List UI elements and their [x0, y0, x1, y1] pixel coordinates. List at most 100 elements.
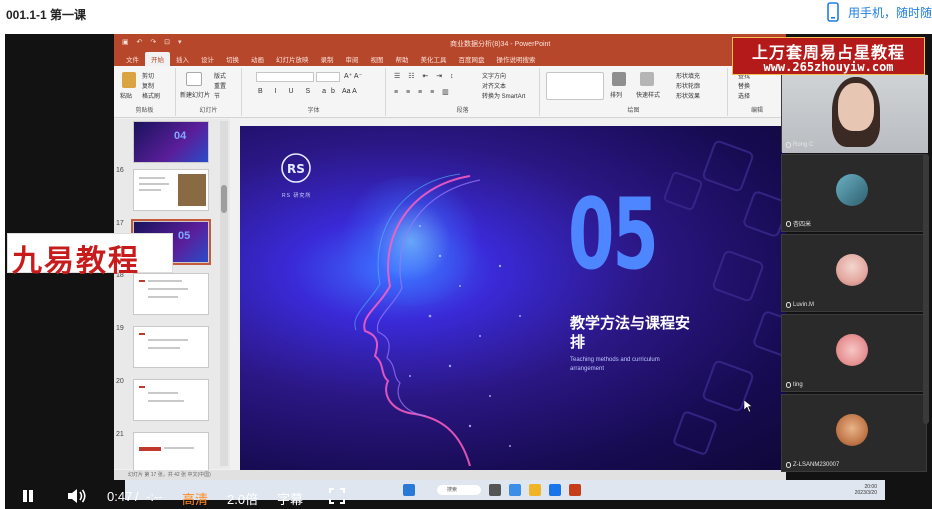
slide-thumbnail[interactable] [133, 273, 209, 315]
reset-button[interactable]: 重置 [214, 81, 226, 90]
thumbnail-text-line [148, 392, 178, 394]
mic-icon [786, 142, 791, 148]
thumbnail-text-line [148, 296, 178, 298]
ribbon-group-paragraph: ☰ ☷ ⇤ ⇥ ↕ ≡ ≡ ≡ ≡ ▥ 文字方向 对齐文本 转换为 SmartA… [386, 68, 540, 116]
total-time: -:-- [146, 489, 163, 504]
font-color-button[interactable]: Aa A [342, 88, 357, 95]
align-text-button[interactable]: 对齐文本 [482, 81, 506, 90]
avatar [836, 414, 868, 446]
video-player[interactable]: ▣ ↶ ↷ ⊡ ▾ 商业数据分析(8)34 - PowerPoint 文件 开始… [5, 34, 932, 509]
format-painter-button[interactable]: 格式刷 [142, 91, 160, 100]
ppt-tab-review[interactable]: 审阅 [340, 52, 365, 66]
pause-button[interactable] [21, 489, 35, 503]
ppt-tab-baidu[interactable]: 百度网盘 [453, 52, 491, 66]
participant-tile[interactable]: Luvin.M [781, 234, 927, 312]
thumbnail-text-line [139, 189, 161, 191]
font-style-buttons[interactable]: B I U S ab [258, 88, 340, 95]
participant-name-label: Rong C [793, 142, 814, 148]
mobile-watch-link[interactable]: 用手机，随时随 [826, 2, 932, 22]
participants-scrollbar[interactable] [923, 154, 929, 424]
section-button[interactable]: 节 [214, 91, 220, 100]
playback-speed-button[interactable]: 2.0倍 [227, 489, 258, 508]
ppt-tab-insert[interactable]: 插入 [170, 52, 195, 66]
copy-button[interactable]: 复制 [142, 81, 154, 90]
ppt-tab-design[interactable]: 设计 [195, 52, 220, 66]
font-name-field[interactable] [256, 72, 314, 82]
layout-button[interactable]: 版式 [214, 71, 226, 80]
slide-logo-text: RS [287, 162, 305, 176]
volume-icon[interactable] [67, 488, 87, 504]
new-slide-button[interactable]: 新建幻灯片 [180, 90, 210, 99]
shape-fill-button[interactable]: 形状填充 [676, 71, 700, 80]
ribbon-group-label: 剪贴板 [135, 108, 154, 114]
participant-tile[interactable]: ting [781, 314, 927, 392]
ribbon-group-clipboard: 粘贴 剪切 复制 格式刷 剪贴板 [114, 68, 176, 116]
participant-name-label: ting [793, 382, 803, 388]
face-silhouette-illustration [354, 173, 521, 466]
paste-button[interactable]: 粘贴 [120, 91, 132, 100]
ppt-tab-beautify[interactable]: 美化工具 [415, 52, 453, 66]
ppt-tab-home[interactable]: 开始 [145, 52, 170, 66]
thumbnail-text-line [148, 280, 182, 282]
text-direction-button[interactable]: 文字方向 [482, 71, 506, 80]
participant-name-label: 杏四米 [793, 222, 812, 228]
participant-tile[interactable]: Z-LSANM230007 [781, 394, 927, 472]
slide-subtitle: Teaching methods and curriculum arrangem… [570, 357, 660, 372]
slide-thumbnail[interactable]: 04 [133, 121, 209, 163]
ppt-tab-transitions[interactable]: 切换 [220, 52, 245, 66]
ppt-tab-slideshow[interactable]: 幻灯片放映 [270, 52, 315, 66]
thumbnail-text-line [148, 339, 188, 341]
ppt-ribbon: 粘贴 剪切 复制 格式刷 剪贴板 新建幻灯片 版式 重置 节 幻灯片 A⁺ A⁻… [114, 66, 786, 118]
font-size-field[interactable] [316, 72, 340, 82]
current-slide: RS RS 研究所 05 教学方法与课程安排 Teaching methods … [240, 126, 786, 470]
ppt-tab-animations[interactable]: 动画 [245, 52, 270, 66]
thumbnails-scroll-thumb[interactable] [221, 185, 227, 213]
slide-thumbnail[interactable] [133, 379, 209, 421]
thumbnail-accent [139, 280, 145, 282]
align-buttons[interactable]: ≡ ≡ ≡ ≡ ▥ [394, 88, 452, 96]
participants-panel: Rong C 杏四米 Luvin.M ting Z-LSANM230007 [781, 74, 928, 472]
ppt-tab-view[interactable]: 视图 [365, 52, 390, 66]
mic-icon [786, 382, 791, 388]
smartart-button[interactable]: 转换为 SmartArt [482, 91, 525, 100]
ppt-status-bar: 幻灯片 第 17 张，共 42 张 中文(中国) [114, 470, 786, 480]
pause-icon-bar [29, 490, 33, 502]
mouse-cursor-icon [744, 400, 752, 412]
fullscreen-icon[interactable] [329, 488, 345, 504]
shapes-gallery[interactable] [546, 72, 604, 100]
slide-thumbnail[interactable] [133, 169, 209, 211]
thumbnail-text-line [148, 347, 180, 349]
replace-button[interactable]: 替换 [738, 81, 750, 90]
slide-brand: RS 研究所 [282, 193, 312, 199]
ppt-tab-file[interactable]: 文件 [120, 52, 145, 66]
ribbon-group-label: 绘图 [627, 108, 640, 114]
quick-styles-button[interactable]: 快速样式 [636, 90, 660, 99]
ppt-tab-help[interactable]: 帮助 [390, 52, 415, 66]
thumbnail-image [178, 174, 206, 206]
participant-tile[interactable]: 杏四米 [781, 154, 927, 232]
thumbnail-number: 19 [116, 325, 124, 332]
shape-outline-button[interactable]: 形状轮廓 [676, 81, 700, 90]
slide-thumbnail[interactable] [133, 432, 209, 474]
select-button[interactable]: 选择 [738, 91, 750, 100]
quick-styles-icon [640, 72, 654, 86]
cut-button[interactable]: 剪切 [142, 71, 154, 80]
font-grow-shrink[interactable]: A⁺ A⁻ [344, 72, 362, 80]
arrange-button[interactable]: 排列 [610, 90, 622, 99]
quality-button[interactable]: 高清 [182, 489, 208, 508]
thumbnail-accent [139, 333, 145, 335]
thumbnail-text-line [148, 288, 188, 290]
mic-icon [786, 302, 791, 308]
mobile-watch-label: 用手机，随时随 [848, 5, 932, 20]
thumbnail-text-line [139, 183, 169, 185]
participant-tile[interactable]: Rong C [781, 74, 928, 153]
thumbnails-scrollbar[interactable] [220, 121, 228, 466]
ppt-tab-search[interactable]: 操作说明搜索 [491, 52, 542, 66]
slide-thumbnail[interactable] [133, 326, 209, 368]
list-buttons[interactable]: ☰ ☷ ⇤ ⇥ ↕ [394, 72, 457, 80]
ppt-tab-record[interactable]: 录制 [315, 52, 340, 66]
shape-effects-button[interactable]: 形状效果 [676, 91, 700, 100]
ribbon-group-label: 段落 [456, 108, 469, 114]
participant-name: Rong C [786, 142, 813, 148]
subtitles-button[interactable]: 字幕 [277, 489, 303, 508]
